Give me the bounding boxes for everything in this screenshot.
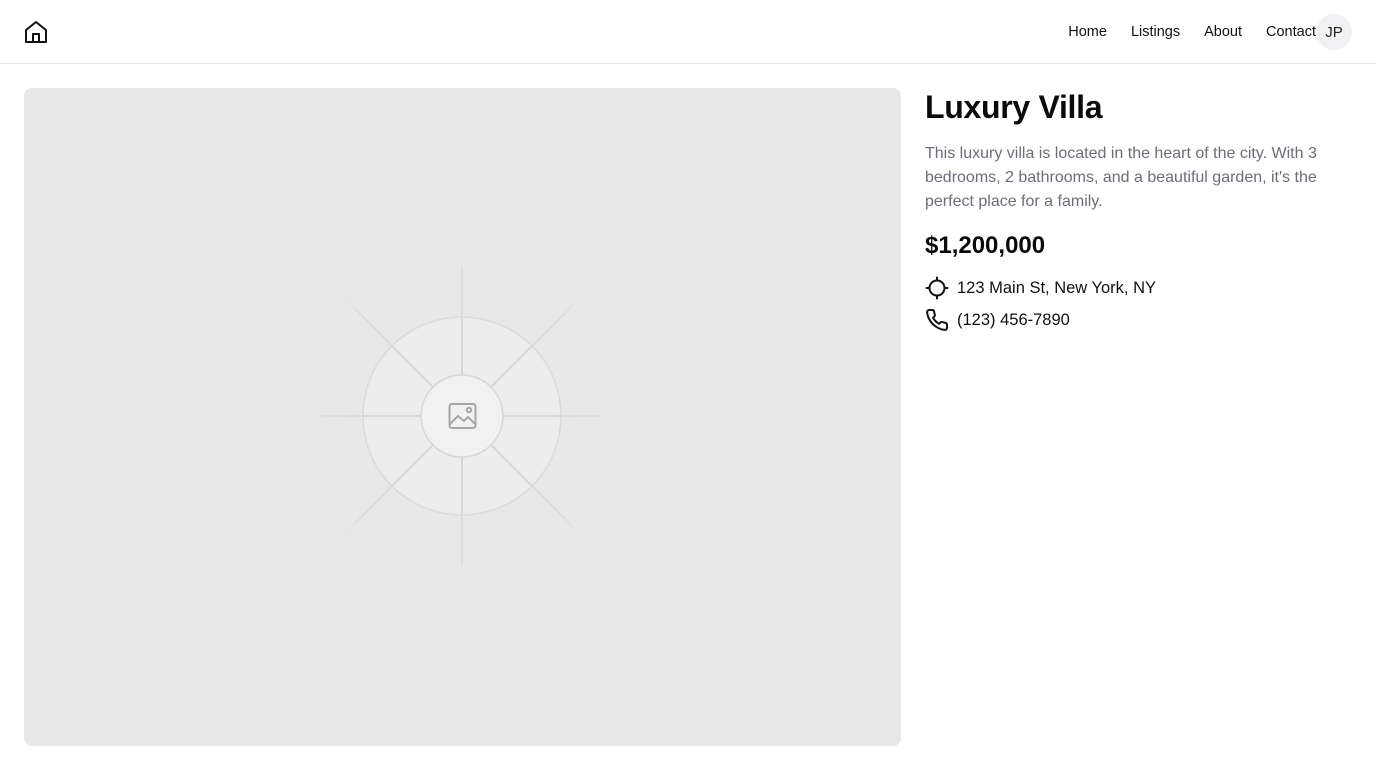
crosshair-location-icon (925, 276, 949, 300)
listing-image-placeholder (24, 88, 901, 746)
avatar-initials: JP (1325, 23, 1343, 41)
nav-home-link[interactable]: Home (1068, 24, 1107, 40)
address-text: 123 Main St, New York, NY (957, 278, 1157, 297)
listing-phone: (123) 456-7890 (925, 306, 1355, 334)
phone-icon (926, 308, 949, 331)
site-header: Home Listings About Contact JP (0, 0, 1376, 64)
home-icon[interactable] (22, 18, 50, 46)
nav-listings-link[interactable]: Listings (1131, 24, 1180, 40)
listing-address: 123 Main St, New York, NY (925, 274, 1355, 302)
listing-details: Luxury Villa This luxury villa is locate… (925, 88, 1355, 334)
phone-text[interactable]: (123) 456-7890 (957, 311, 1070, 330)
user-avatar[interactable]: JP (1316, 14, 1352, 50)
listing-description: This luxury villa is located in the hear… (925, 145, 1317, 210)
main-nav: Home Listings About Contact (1068, 0, 1316, 64)
image-placeholder-icon (322, 266, 602, 566)
listing-price: $1,200,000 (925, 232, 1046, 259)
nav-contact-link[interactable]: Contact (1266, 24, 1316, 40)
nav-about-link[interactable]: About (1204, 24, 1242, 40)
listing-title: Luxury Villa (925, 89, 1103, 125)
